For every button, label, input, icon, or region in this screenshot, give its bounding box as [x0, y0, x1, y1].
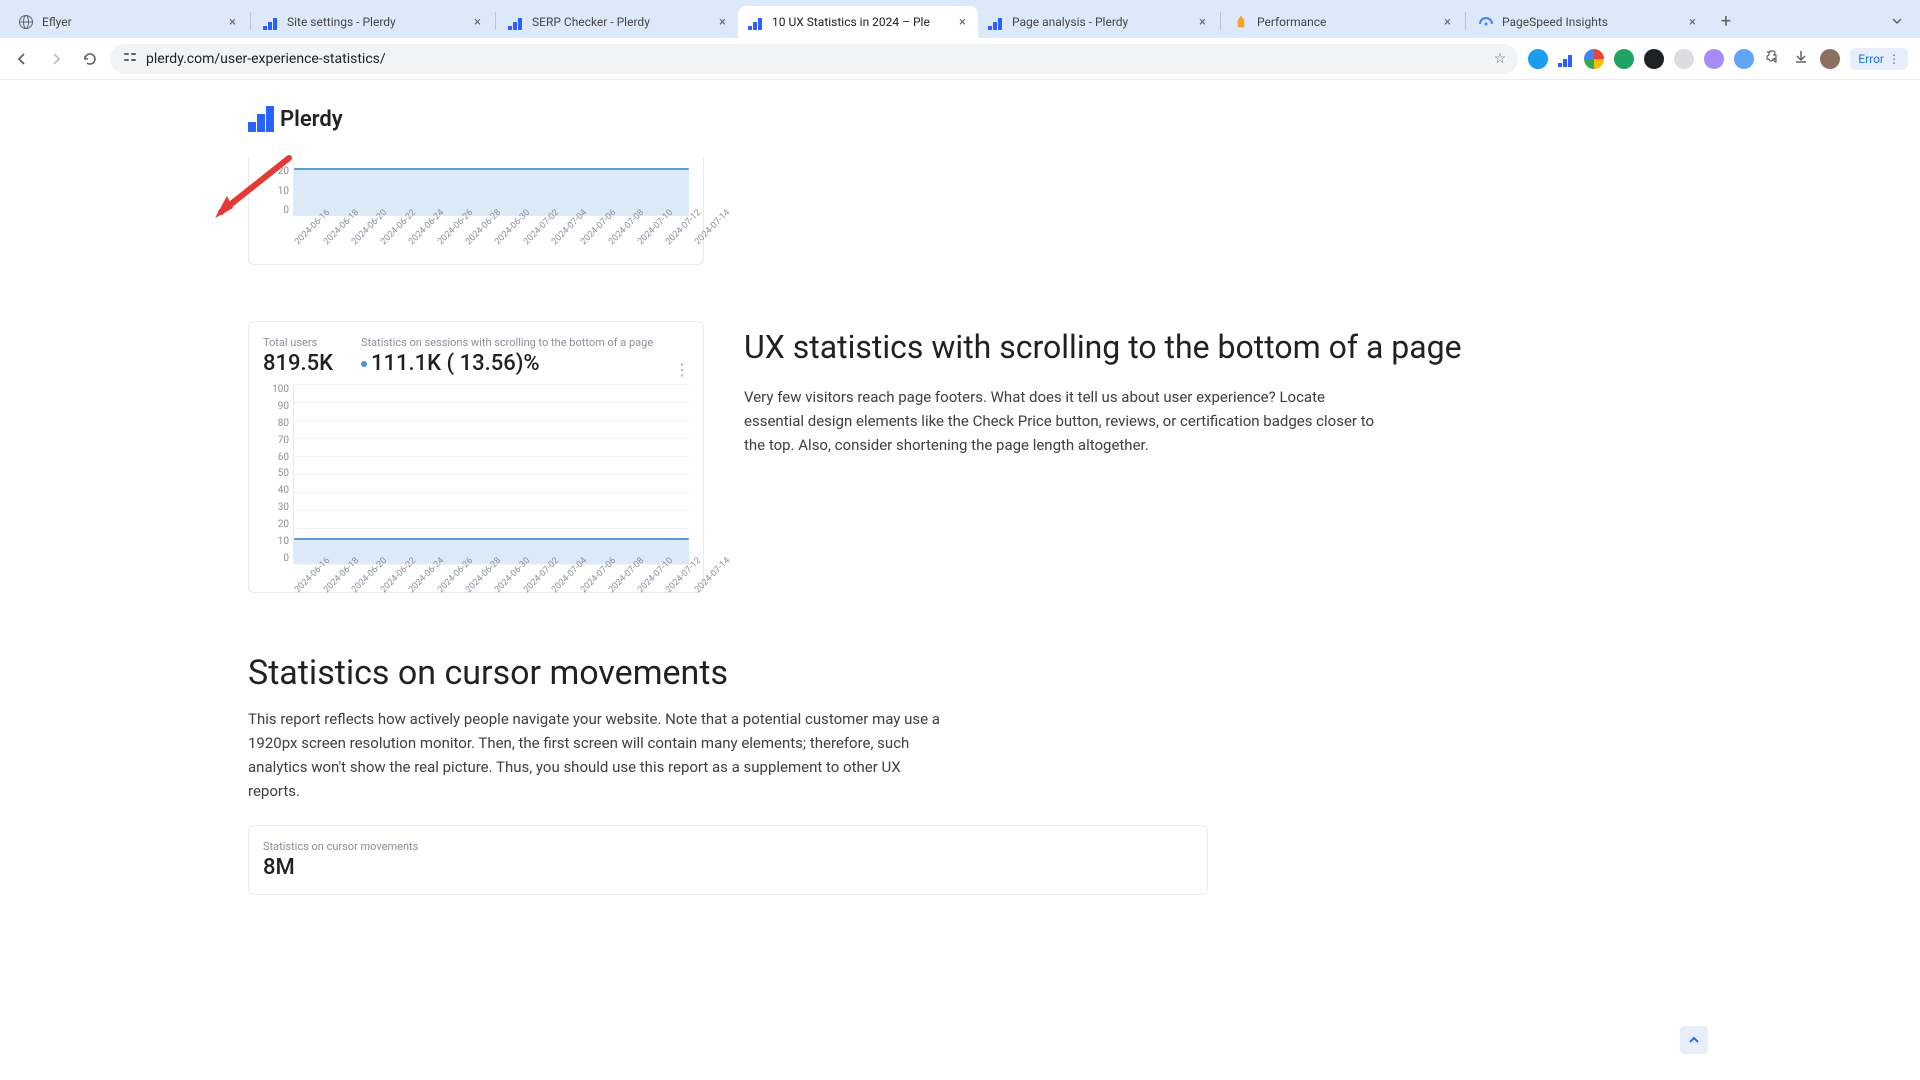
tab-performance[interactable]: Performance ×: [1223, 6, 1463, 38]
section-paragraph: This report reflects how actively people…: [248, 707, 948, 803]
plerdy-icon: [263, 14, 279, 30]
chart-y-ticks: 1009080706050403020100: [263, 384, 293, 564]
cursor-movements-card: Statistics on cursor movements 8M: [248, 825, 1208, 895]
tab-title: PageSpeed Insights: [1502, 15, 1679, 29]
extension-icon[interactable]: [1614, 49, 1634, 69]
close-icon[interactable]: ×: [227, 13, 238, 32]
tab-separator: [495, 12, 496, 30]
extension-icon[interactable]: [1674, 49, 1694, 69]
tab-separator: [250, 12, 251, 30]
close-icon[interactable]: ×: [1687, 13, 1698, 32]
tab-ux-statistics-active[interactable]: 10 UX Statistics in 2024 – Ple ×: [738, 6, 978, 38]
plerdy-logo-icon: [248, 106, 274, 132]
plerdy-icon: [748, 14, 764, 30]
stat-value-total-users: 819.5K: [263, 351, 333, 376]
stat-value-scroll-bottom: 111.1K ( 13.56)%: [361, 351, 653, 376]
close-icon[interactable]: ×: [1442, 13, 1453, 32]
close-icon[interactable]: ×: [957, 13, 968, 32]
extension-icon[interactable]: [1734, 49, 1754, 69]
article-paragraph: Very few visitors reach page footers. Wh…: [744, 385, 1384, 457]
site-header: Plerdy: [0, 80, 1920, 158]
downloads-icon[interactable]: [1792, 48, 1810, 70]
annotation-arrow-icon: [207, 152, 297, 224]
chart-top-partial: 20100 2024-06-162024-06-182024-06-202024…: [263, 166, 689, 256]
chart-scroll-bottom: 1009080706050403020100 2024-06-162024-06…: [263, 384, 689, 584]
chart-x-ticks: 2024-06-162024-06-182024-06-202024-06-22…: [293, 218, 689, 256]
extensions-row: Error⋮: [1524, 48, 1912, 70]
plerdy-icon: [508, 14, 524, 30]
forward-button[interactable]: [42, 45, 70, 73]
extensions-puzzle-icon[interactable]: [1764, 48, 1782, 70]
new-tab-button[interactable]: +: [1712, 7, 1740, 35]
tab-serp-checker[interactable]: SERP Checker - Plerdy ×: [498, 6, 738, 38]
close-icon[interactable]: ×: [1197, 13, 1208, 32]
tab-separator: [1465, 12, 1466, 30]
tab-page-analysis[interactable]: Page analysis - Plerdy ×: [978, 6, 1218, 38]
tab-title: Page analysis - Plerdy: [1012, 15, 1189, 29]
stat-label-scroll-bottom: Statistics on sessions with scrolling to…: [361, 336, 653, 349]
stat-label-cursor: Statistics on cursor movements: [263, 840, 1193, 853]
pagespeed-icon: [1478, 14, 1494, 30]
reload-button[interactable]: [76, 45, 104, 73]
url-text: plerdy.com/user-experience-statistics/: [146, 51, 386, 67]
profile-avatar[interactable]: [1820, 49, 1840, 69]
chart-plot-area: [293, 384, 689, 564]
tab-title: SERP Checker - Plerdy: [532, 15, 709, 29]
close-icon[interactable]: ×: [472, 13, 483, 32]
extension-icon[interactable]: [1644, 49, 1664, 69]
tab-title: Performance: [1257, 15, 1434, 29]
error-chip-label: Error: [1858, 52, 1884, 66]
stat-value-text: 111.1K ( 13.56)%: [371, 351, 540, 376]
site-settings-icon[interactable]: [122, 49, 138, 69]
back-button[interactable]: [8, 45, 36, 73]
tab-title: 10 UX Statistics in 2024 – Ple: [772, 15, 949, 29]
bookmark-star-icon[interactable]: ☆: [1494, 51, 1507, 67]
browser-toolbar: plerdy.com/user-experience-statistics/ ☆…: [0, 38, 1920, 80]
article-heading: UX statistics with scrolling to the bott…: [744, 327, 1462, 369]
tab-separator: [1220, 12, 1221, 30]
tab-title: Site settings - Plerdy: [287, 15, 464, 29]
page-body: Plerdy 20100 2024-06-162024-06-182024-06…: [0, 80, 1920, 1080]
close-icon[interactable]: ×: [717, 13, 728, 32]
tab-title: Eflyer: [42, 15, 219, 29]
tab-overflow-button[interactable]: [1882, 14, 1912, 28]
extension-icon[interactable]: [1704, 49, 1724, 69]
partial-chart-card: 20100 2024-06-162024-06-182024-06-202024…: [248, 158, 704, 265]
tab-pagespeed[interactable]: PageSpeed Insights ×: [1468, 6, 1708, 38]
extension-icon[interactable]: [1528, 49, 1548, 69]
series-bullet-icon: [361, 361, 367, 367]
stat-value-cursor: 8M: [263, 855, 1193, 880]
extension-icon[interactable]: [1584, 49, 1604, 69]
tab-eflyer[interactable]: Eflyer ×: [8, 6, 248, 38]
error-chip[interactable]: Error⋮: [1850, 48, 1908, 70]
browser-tabstrip: Eflyer × Site settings - Plerdy × SERP C…: [0, 0, 1920, 38]
plerdy-ext-icon[interactable]: [1558, 51, 1574, 67]
scroll-to-top-button[interactable]: [1680, 1026, 1708, 1054]
plerdy-icon: [988, 14, 1004, 30]
plerdy-logo-text: Plerdy: [280, 107, 343, 132]
lighthouse-icon: [1233, 14, 1249, 30]
section-heading: Statistics on cursor movements: [248, 653, 1672, 693]
tab-site-settings[interactable]: Site settings - Plerdy ×: [253, 6, 493, 38]
scroll-bottom-stats-card: Total users 819.5K Statistics on session…: [248, 321, 704, 593]
chart-x-ticks: 2024-06-162024-06-182024-06-202024-06-22…: [293, 566, 689, 604]
address-bar[interactable]: plerdy.com/user-experience-statistics/ ☆: [110, 44, 1518, 74]
globe-icon: [18, 14, 34, 30]
stat-label-total-users: Total users: [263, 336, 333, 349]
card-menu-button[interactable]: ⋮: [674, 360, 689, 379]
plerdy-logo[interactable]: Plerdy: [248, 106, 343, 132]
